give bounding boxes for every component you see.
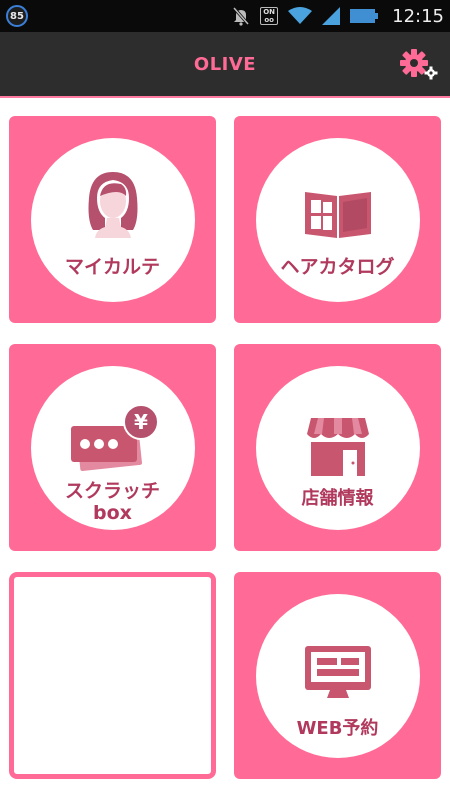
mute-icon (232, 7, 250, 26)
my-karte-tile[interactable]: マイカルテ (9, 116, 216, 323)
wifi-icon (288, 7, 313, 24)
my-karte-label: マイカルテ (64, 256, 160, 278)
header-divider (0, 96, 450, 98)
clock: 12:15 (392, 5, 444, 27)
notification-badge: 85 (6, 5, 28, 27)
scratch-box-label: スクラッチ box (9, 480, 216, 524)
battery-icon (350, 9, 379, 23)
store-icon (306, 418, 369, 476)
scratch-label-line2: box (93, 502, 132, 524)
hair-catalog-tile[interactable]: ヘアカタログ (234, 116, 441, 323)
empty-tile (9, 572, 216, 779)
woman-avatar-icon (88, 172, 137, 238)
scratch-label-line1: スクラッチ (64, 480, 160, 502)
voicemail-icon: ON oo (260, 7, 279, 25)
web-reservation-label: WEB予約 (296, 718, 379, 739)
yen-icon: ¥ (134, 410, 148, 434)
web-reservation-tile[interactable]: WEB予約 (234, 572, 441, 779)
app-title: OLIVE (193, 53, 257, 75)
signal-icon (322, 7, 341, 25)
catalog-book-icon (304, 192, 371, 238)
scratch-card-icon: ¥ (70, 404, 159, 471)
monitor-icon (304, 646, 371, 698)
gear-icon (400, 49, 428, 77)
settings-button[interactable] (398, 47, 440, 83)
hair-catalog-label: ヘアカタログ (280, 256, 395, 278)
status-icons: ON oo 12:15 (232, 0, 444, 32)
scratch-box-tile[interactable]: ¥ スクラッチ box (9, 344, 216, 551)
store-info-label: 店舗情報 (301, 488, 374, 509)
status-bar: 85 ON oo 12:15 (0, 0, 450, 32)
app-header: OLIVE (0, 32, 450, 96)
store-info-tile[interactable]: 店舗情報 (234, 344, 441, 551)
